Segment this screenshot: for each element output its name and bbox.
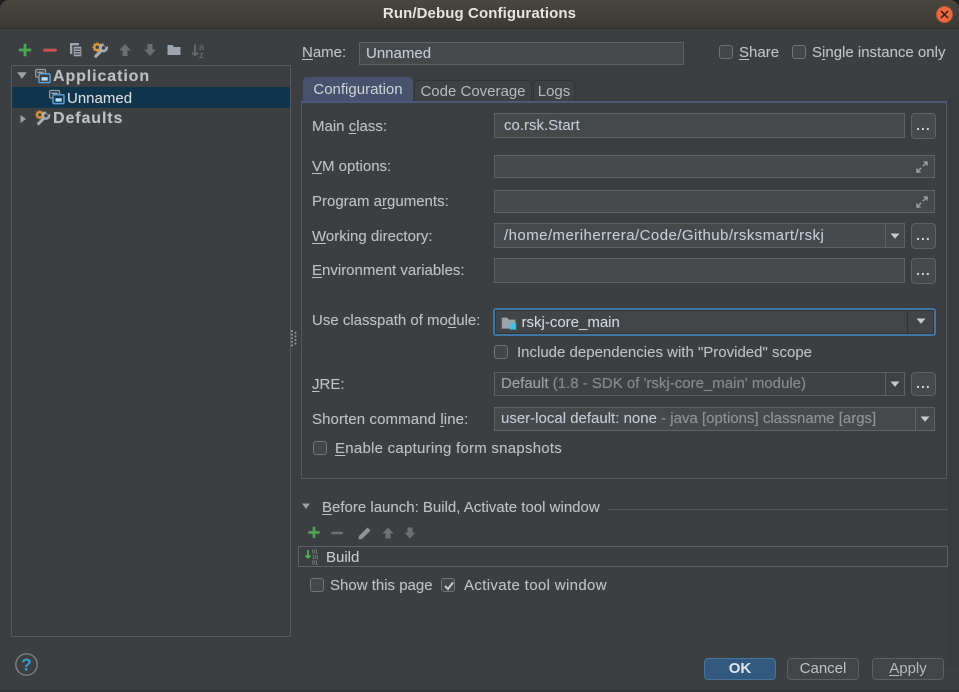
svg-text:01: 01 xyxy=(312,561,318,566)
svg-text:?: ? xyxy=(21,655,32,675)
svg-text:z: z xyxy=(199,50,204,59)
